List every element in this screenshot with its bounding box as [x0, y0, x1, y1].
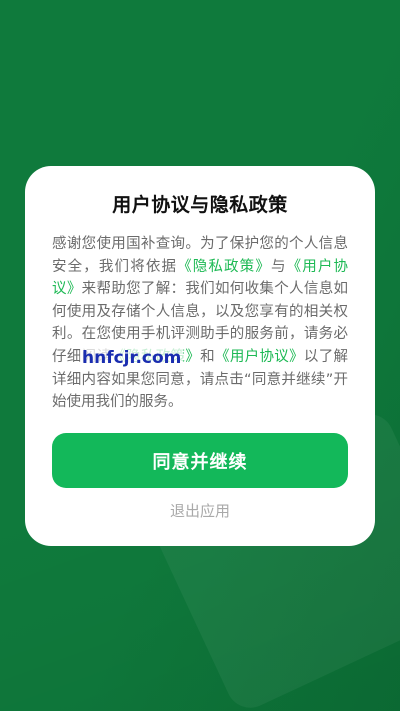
agreement-text-part-2: 与	[270, 258, 287, 275]
user-agreement-link-2[interactable]: 《用户协议》	[215, 349, 304, 365]
agreement-text: 感谢您使用国补查询。为了保护您的个人信息安全，我们将依据《隐私政策》与《用户协议…	[52, 233, 348, 414]
agree-and-continue-button[interactable]: 同意并继续	[52, 433, 348, 488]
privacy-policy-link[interactable]: 《隐私政策》	[177, 259, 271, 275]
dialog-title: 用户协议与隐私政策	[112, 194, 288, 216]
exit-app-button[interactable]: 退出应用	[25, 500, 375, 521]
watermark: hnfcjr.com	[80, 348, 184, 368]
agreement-dialog: 用户协议与隐私政策 感谢您使用国补查询。为了保护您的个人信息安全，我们将依据《隐…	[25, 166, 375, 546]
agreement-text-part-4: 和	[200, 348, 215, 365]
